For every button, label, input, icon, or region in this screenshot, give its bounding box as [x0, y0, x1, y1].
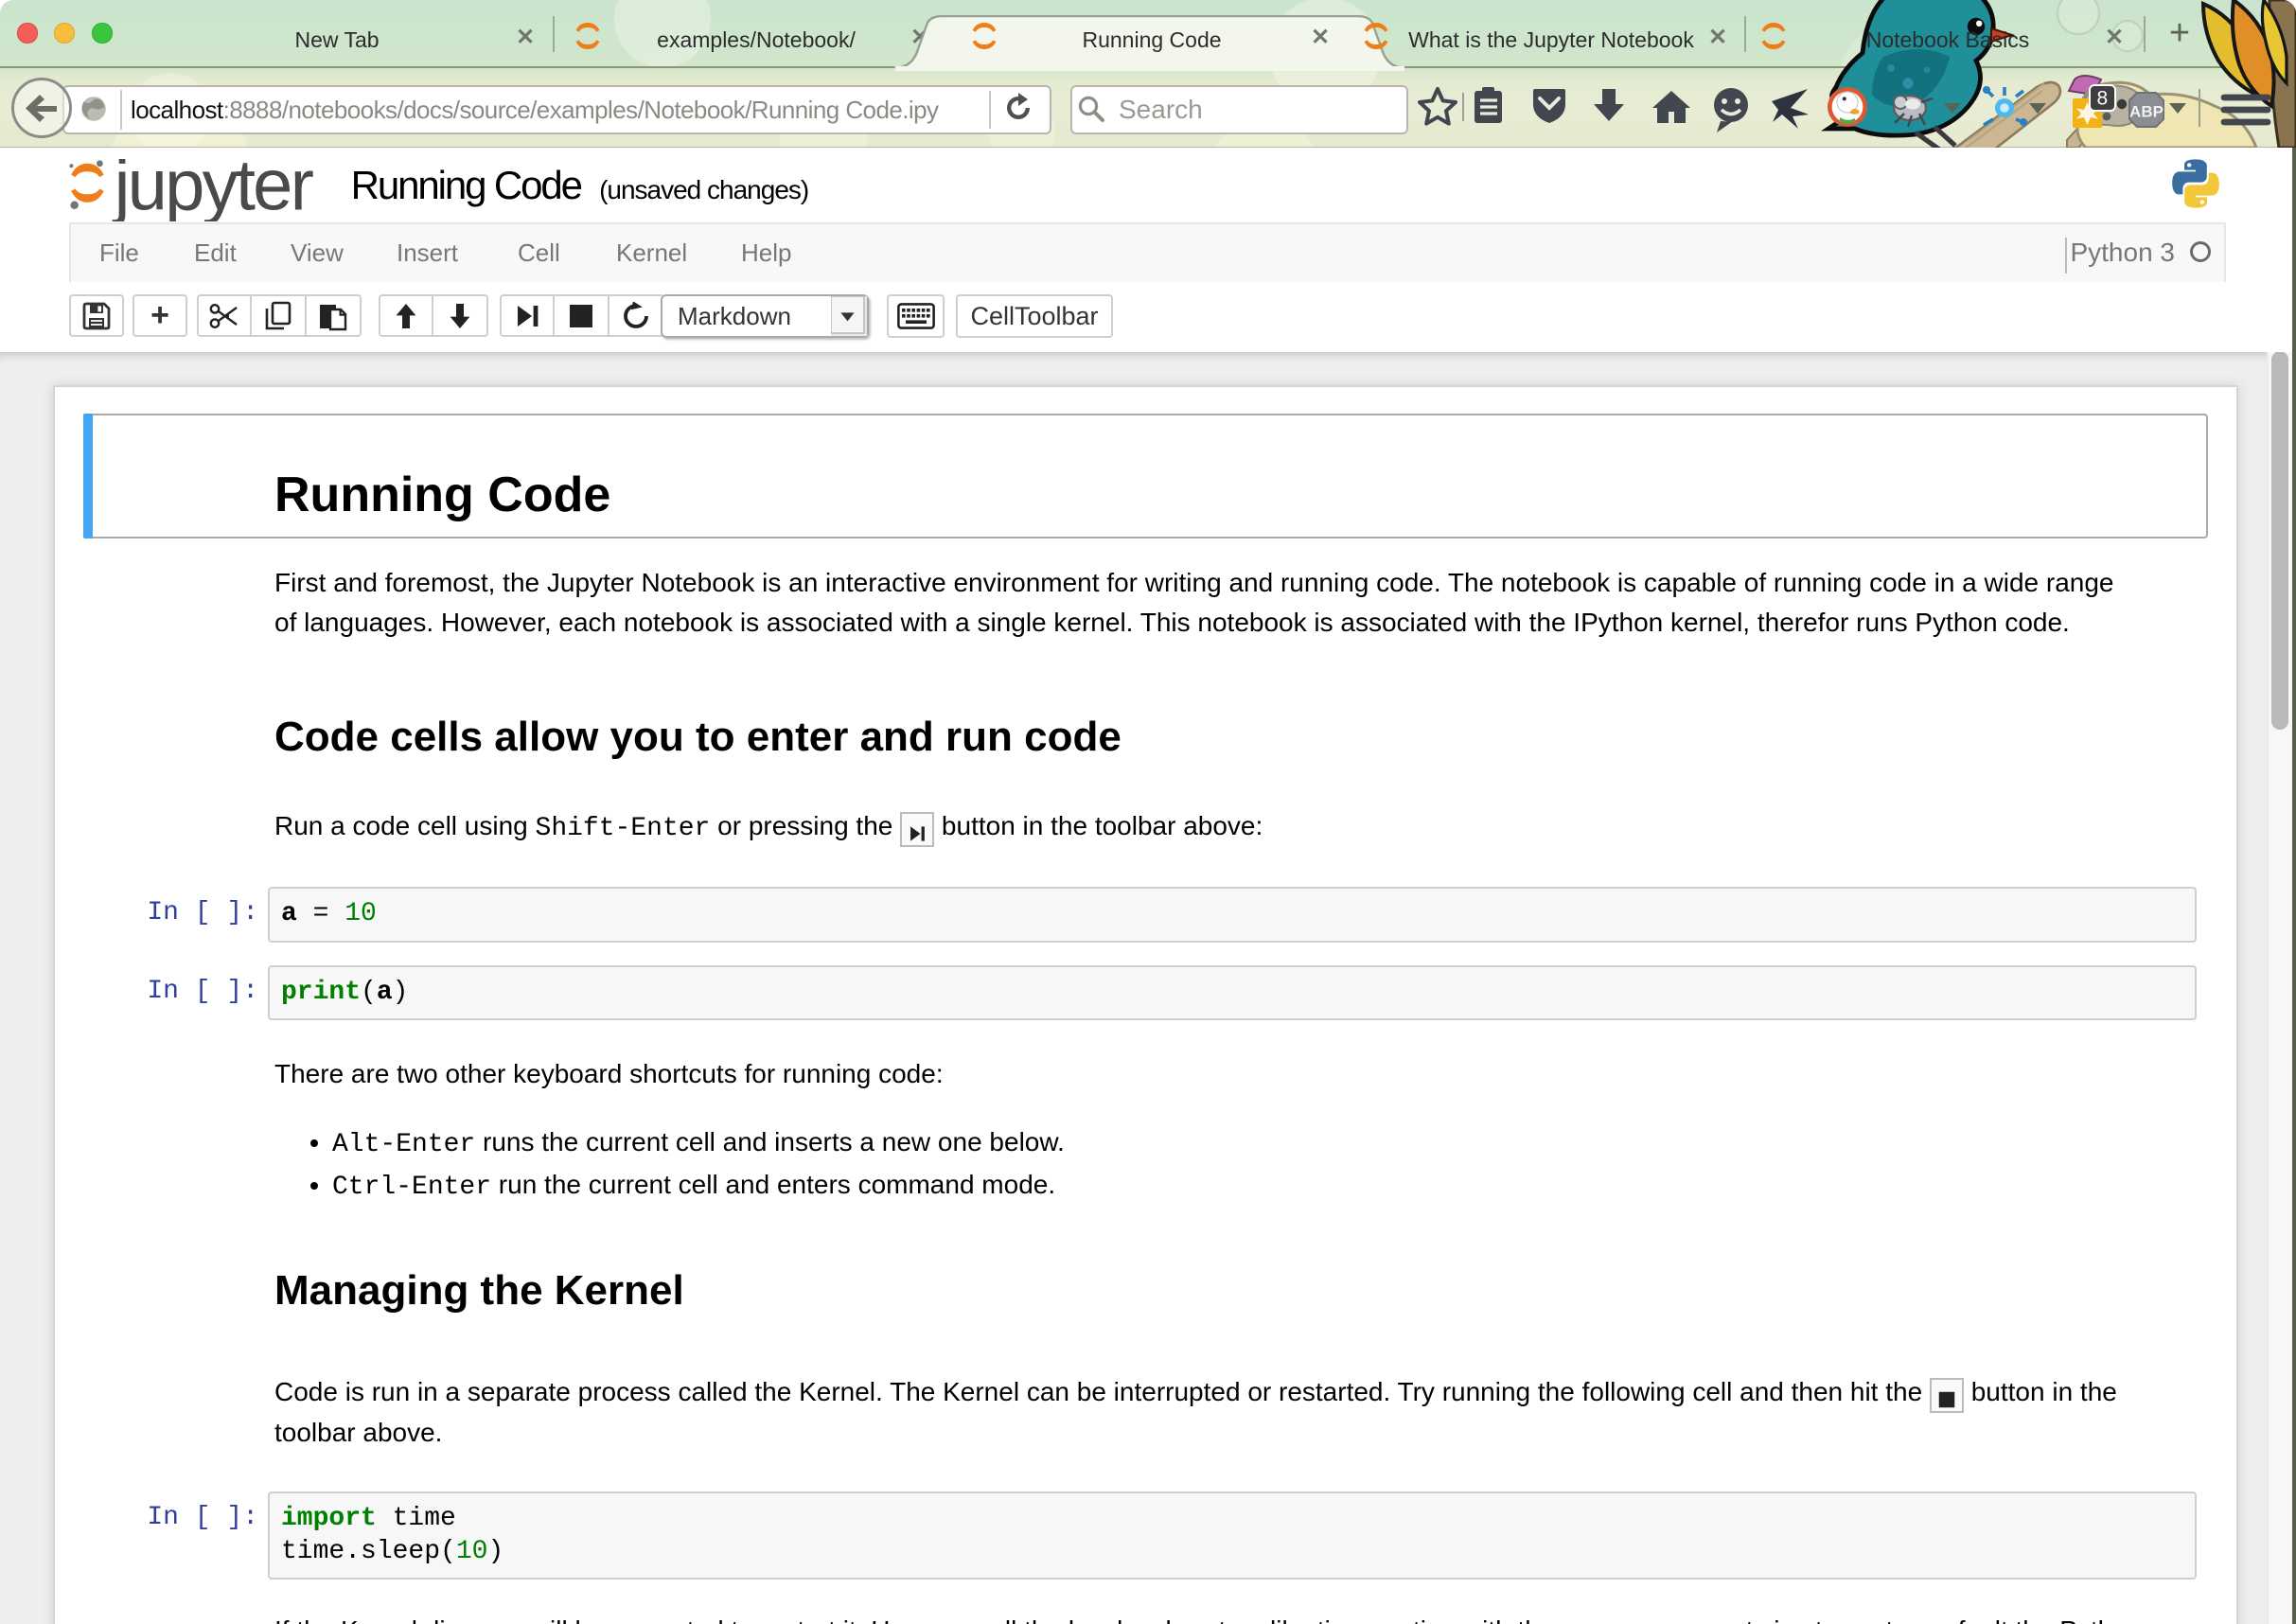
svg-text:8: 8 [2097, 88, 2109, 110]
svg-text:ABP: ABP [2129, 102, 2164, 120]
svg-text:jupyter: jupyter [113, 159, 314, 223]
